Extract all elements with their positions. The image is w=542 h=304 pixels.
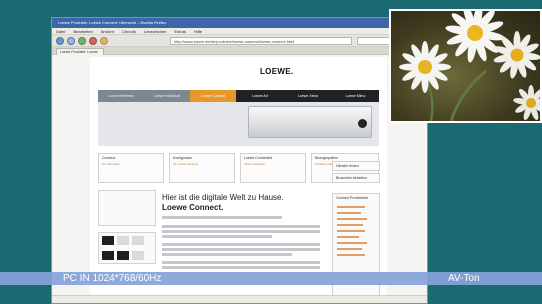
loewe-website: LOEWE. Loewe Referenz Loewe Individual L… (90, 57, 387, 303)
home-icon[interactable] (100, 37, 108, 45)
play-icon[interactable] (358, 119, 367, 128)
left-sidebar (98, 190, 156, 303)
sidebar-links-box[interactable] (98, 190, 156, 226)
page-viewport: LOEWE. Loewe Referenz Loewe Individual L… (52, 57, 427, 303)
nav-item-xelos[interactable]: Loewe Xelos (284, 90, 332, 102)
menu-bar: Datei Bearbeiten Ansicht Chronik Lesezei… (52, 28, 427, 35)
tab-bar: Loewe Produkte: Loewe (52, 47, 427, 55)
sidebar-link[interactable] (337, 242, 367, 244)
info-box-title: Loewe Connected (244, 156, 273, 160)
pip-photo-daisies (389, 9, 542, 123)
page-headline: Hier ist die digitale Welt zu Hause. (162, 193, 284, 202)
menu-item-datei[interactable]: Datei (56, 29, 65, 34)
body-text-line (162, 235, 272, 238)
menu-item-bearbeiten[interactable]: Bearbeiten (73, 29, 92, 34)
input-source-label: PC IN 1024*768/60Hz (63, 273, 162, 284)
audio-source-label: AV-Ton (448, 273, 480, 284)
body-text-line (162, 266, 320, 269)
nav-item-mimo[interactable]: Loewe Mimo (332, 90, 379, 102)
right-sidebar: Connect Produktlinie (332, 193, 380, 303)
info-box-link[interactable]: Zur Übersicht (99, 162, 163, 166)
status-bar (52, 295, 427, 303)
osd-info-bar: PC IN 1024*768/60Hz AV-Ton (0, 272, 542, 285)
body-text-line (162, 243, 320, 246)
url-field[interactable]: http://www.loewe.de/de/produkte/loewe-co… (170, 37, 352, 45)
body-text-line (162, 253, 292, 256)
nav-item-individual[interactable]: Loewe Individual (144, 90, 190, 102)
page-subheadline: Loewe Connect. (162, 203, 224, 212)
menu-item-lesezeichen[interactable]: Lesezeichen (144, 29, 166, 34)
tab-loewe[interactable]: Loewe Produkte: Loewe (56, 48, 104, 55)
info-box-title: Connect (102, 156, 116, 160)
nav-item-art[interactable]: Loewe Art (236, 90, 284, 102)
menu-item-hilfe[interactable]: Hilfe (194, 29, 202, 34)
nav-item-referenz[interactable]: Loewe Referenz (98, 90, 144, 102)
sidebar-link[interactable] (337, 254, 365, 256)
sidebar-link[interactable] (337, 236, 359, 238)
reload-icon[interactable] (78, 37, 86, 45)
body-text-line (162, 248, 320, 251)
loewe-logo[interactable]: LOEWE. (260, 67, 293, 76)
info-box[interactable]: Loewe Connected Jetzt entdecken (240, 153, 306, 183)
info-box[interactable]: Connect Zur Übersicht (98, 153, 164, 183)
sidebar-media-box (98, 232, 156, 264)
daisy-image (391, 11, 540, 121)
media-thumbnail[interactable] (102, 236, 114, 245)
media-thumbnail[interactable] (117, 251, 129, 260)
nav-item-connect[interactable]: Loewe Connect (190, 90, 236, 102)
window-title: Loewe Produkte: Loewe Connect: Übersicht… (52, 18, 427, 28)
hero-banner: Loewe Referenz Loewe Individual Loewe Co… (98, 90, 379, 146)
stop-icon[interactable] (89, 37, 97, 45)
media-thumbnail[interactable] (132, 236, 144, 245)
sidebar-link[interactable] (337, 206, 365, 208)
sidebar-title: Connect Produktlinie (336, 196, 369, 200)
sidebar-link[interactable] (337, 218, 367, 220)
back-icon[interactable] (56, 37, 64, 45)
tv-screen: Loewe Produkte: Loewe Connect: Übersicht… (0, 0, 542, 304)
info-box-link[interactable]: Ihr Loewe Connect (170, 162, 234, 166)
brochure-link[interactable]: Broschüre bestellen (332, 173, 380, 183)
sidebar-link[interactable] (337, 212, 361, 214)
sidebar-link[interactable] (337, 248, 362, 250)
info-box-title: Konfigurator (173, 156, 193, 160)
menu-item-chronik[interactable]: Chronik (122, 29, 136, 34)
body-text-line (162, 216, 282, 219)
menu-item-extras[interactable]: Extras (174, 29, 185, 34)
body-text-line (162, 230, 320, 233)
body-text-line (162, 225, 320, 228)
info-box[interactable]: Konfigurator Ihr Loewe Connect (169, 153, 235, 183)
browser-window: Loewe Produkte: Loewe Connect: Übersicht… (51, 17, 428, 304)
body-text-line (162, 261, 320, 264)
media-thumbnail[interactable] (117, 236, 129, 245)
forward-icon[interactable] (67, 37, 75, 45)
product-nav: Loewe Referenz Loewe Individual Loewe Co… (98, 90, 379, 102)
navigation-toolbar: http://www.loewe.de/de/produkte/loewe-co… (52, 35, 427, 47)
sidebar-link[interactable] (337, 224, 363, 226)
tv-product-image (248, 106, 372, 138)
media-thumbnail[interactable] (132, 251, 144, 260)
sidebar-link[interactable] (337, 230, 365, 232)
menu-item-ansicht[interactable]: Ansicht (101, 29, 114, 34)
info-box-link[interactable]: Jetzt entdecken (241, 162, 305, 166)
dealer-link[interactable]: Händler finden (332, 161, 380, 171)
media-thumbnail[interactable] (102, 251, 114, 260)
